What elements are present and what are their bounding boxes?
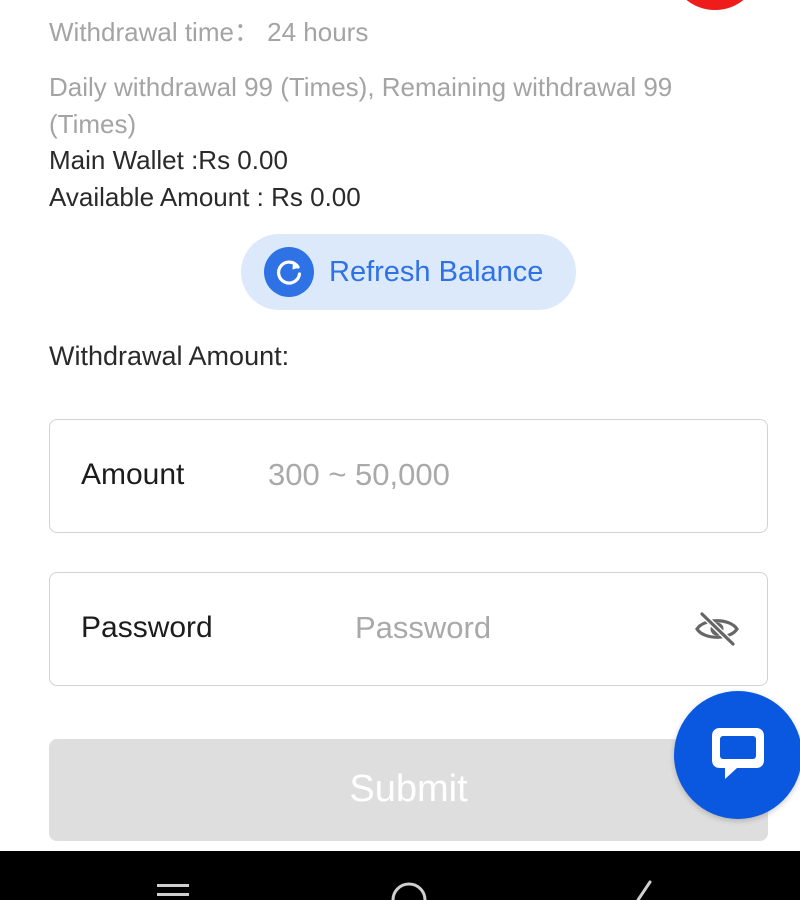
password-label: Password bbox=[81, 611, 213, 644]
menu-icon[interactable] bbox=[156, 881, 190, 900]
chat-icon bbox=[707, 722, 769, 789]
password-input[interactable] bbox=[355, 603, 675, 653]
notification-badge bbox=[672, 0, 758, 10]
withdrawal-limits-text-cont: (Times) bbox=[49, 109, 137, 139]
back-icon[interactable] bbox=[632, 879, 654, 900]
refresh-icon bbox=[264, 247, 314, 297]
refresh-balance-button[interactable]: Refresh Balance bbox=[241, 234, 576, 310]
available-amount: Available Amount : Rs 0.00 bbox=[49, 182, 361, 212]
eye-off-icon[interactable] bbox=[694, 611, 740, 647]
withdrawal-time-text: Withdrawal time： 24 hours bbox=[49, 17, 369, 47]
amount-field: Amount bbox=[49, 419, 768, 533]
withdrawal-amount-heading: Withdrawal Amount: bbox=[49, 341, 290, 371]
live-chat-button[interactable] bbox=[674, 691, 800, 819]
password-field: Password bbox=[49, 572, 768, 686]
system-nav-bar bbox=[0, 851, 800, 900]
home-icon[interactable] bbox=[390, 879, 428, 900]
main-wallet-balance: Main Wallet :Rs 0.00 bbox=[49, 145, 288, 175]
submit-button[interactable]: Submit bbox=[49, 739, 768, 841]
withdrawal-limits-text: Daily withdrawal 99 (Times), Remaining w… bbox=[49, 72, 673, 102]
refresh-balance-label: Refresh Balance bbox=[329, 255, 544, 288]
amount-input[interactable] bbox=[268, 450, 728, 500]
amount-label: Amount bbox=[81, 458, 185, 491]
